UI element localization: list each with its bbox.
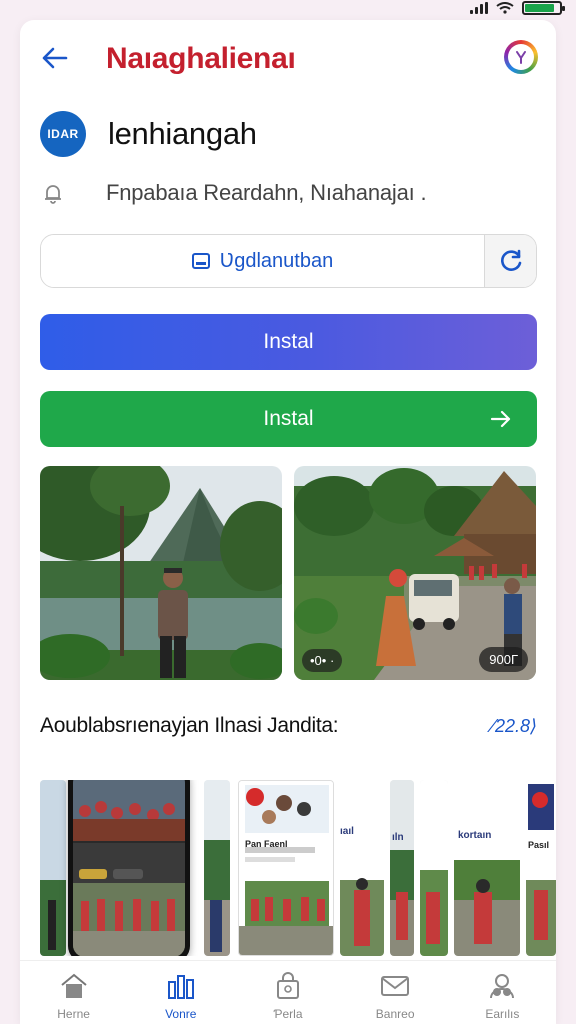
people-icon — [487, 971, 517, 1001]
gallery-item[interactable] — [40, 780, 66, 956]
back-button[interactable] — [36, 40, 72, 76]
selector-label: Ʋgdlanutban — [219, 249, 334, 272]
gallery-item[interactable]: Pan Faenl — [238, 780, 334, 956]
status-bar — [470, 0, 565, 16]
window-icon — [191, 253, 210, 269]
selector-field: Ʋgdlanutban — [40, 234, 537, 288]
gallery-item[interactable]: ıln — [390, 780, 414, 956]
tab-people[interactable]: Earılıs — [457, 971, 547, 1021]
gallery-caption: ıln — [392, 832, 404, 843]
tab-label: Vonre — [165, 1007, 197, 1021]
app-name: Ɩenhiangah — [108, 116, 257, 151]
gallery-caption: ıaıl — [340, 826, 354, 837]
gallery-item[interactable]: ıaıl — [340, 780, 384, 956]
bar-chart-icon — [166, 971, 196, 1001]
gallery-item[interactable] — [420, 780, 448, 956]
header: Naıaghalienaı — [20, 20, 556, 96]
gallery-caption: Pan Faenl — [245, 839, 288, 849]
bottom-tab-bar: Herne Vonre Ƥerla Banreo Earılıs — [20, 960, 556, 1024]
section-title: Aoublabsrıenayjan Ilnasi Jandita: — [40, 714, 339, 737]
install-button-primary-label: Instal — [263, 330, 314, 353]
info-row: Fnpabaıa Reardahn, Nıahanajaı . — [40, 178, 427, 208]
battery-level — [525, 4, 554, 12]
photo-village[interactable]: •0• · 900Г — [294, 466, 536, 680]
screenshot-gallery: Pan Faenl ıaıl ıln kortaın Pasıl — [40, 780, 556, 956]
tab-stats[interactable]: Vonre — [136, 971, 226, 1021]
tab-label: Earılıs — [485, 1007, 520, 1021]
photo-lake[interactable] — [40, 466, 282, 680]
tab-home[interactable]: Herne — [29, 971, 119, 1021]
selector-button[interactable]: Ʋgdlanutban — [41, 235, 484, 287]
photo-badge-left: •0• · — [302, 649, 343, 672]
home-icon — [59, 971, 89, 1001]
refresh-icon — [500, 249, 521, 271]
install-button-secondary[interactable]: Instal — [40, 391, 537, 447]
tab-label: Ƥerla — [273, 1007, 303, 1021]
refresh-button[interactable] — [484, 235, 536, 287]
gallery-item[interactable]: Pasıl — [526, 780, 556, 956]
wifi-icon — [496, 2, 514, 14]
mail-icon — [380, 971, 410, 1001]
app-row: IDAR Ɩenhiangah — [40, 110, 257, 158]
install-button-secondary-label: Instal — [263, 407, 314, 430]
gallery-item[interactable]: kortaın — [454, 780, 520, 956]
bell-icon — [40, 180, 66, 206]
gallery-caption: Pasıl — [528, 840, 550, 850]
info-text: Fnpabaıa Reardahn, Nıahanajaı . — [106, 180, 427, 205]
app-card: Naıaghalienaı IDAR Ɩenhiangah Fnpabaıa R… — [20, 20, 556, 1024]
app-logo: IDAR — [40, 111, 86, 157]
gallery-caption: kortaın — [458, 830, 492, 841]
phone-preview[interactable] — [68, 780, 190, 956]
page-title: Naıaghalienaı — [106, 42, 296, 75]
refresh-badge-icon — [516, 51, 526, 64]
arrow-left-icon — [42, 47, 68, 69]
photo-badge-right: 900Г — [479, 647, 528, 672]
tab-label: Banreo — [375, 1007, 415, 1021]
gallery-item[interactable] — [204, 780, 230, 956]
header-action-button[interactable] — [504, 40, 538, 74]
battery-icon — [522, 1, 565, 15]
tab-bag[interactable]: Ƥerla — [243, 971, 333, 1021]
tab-mail[interactable]: Banreo — [350, 971, 440, 1021]
section-header: Aoublabsrıenayjan Ilnasi Jandita: ⁄22.8⟩ — [40, 714, 537, 738]
arrow-right-icon — [490, 410, 511, 428]
bag-icon — [273, 971, 303, 1001]
tab-label: Herne — [57, 1007, 90, 1021]
section-link[interactable]: ⁄22.8⟩ — [492, 716, 537, 737]
signal-icon — [470, 2, 488, 14]
install-button-primary[interactable]: Instal — [40, 314, 537, 370]
